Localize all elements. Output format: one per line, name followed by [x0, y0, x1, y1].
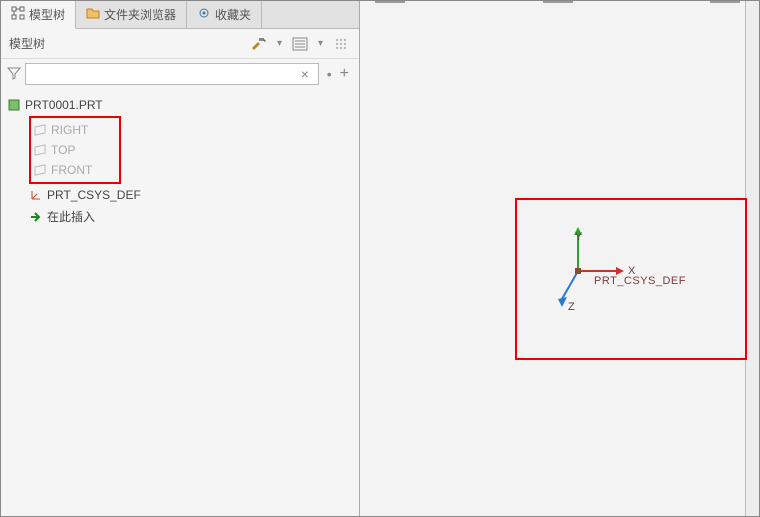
filter-options-icon[interactable]: •: [327, 66, 332, 82]
tree-plane-right[interactable]: RIGHT: [33, 120, 117, 140]
tree-node-label: RIGHT: [51, 123, 88, 137]
tab-folder-browser[interactable]: 文件夹浏览器: [76, 1, 187, 28]
star-icon: [197, 6, 211, 23]
left-panel: 模型树 文件夹浏览器 收藏夹 模型树 ▾: [1, 1, 360, 516]
tree-csys[interactable]: PRT_CSYS_DEF: [29, 185, 353, 205]
axis-z-label: Z: [568, 301, 575, 313]
plane-icon: [33, 123, 47, 137]
filter-row: × • +: [1, 59, 359, 89]
panel-tabs: 模型树 文件夹浏览器 收藏夹: [1, 1, 359, 29]
tab-label: 收藏夹: [215, 6, 251, 23]
add-filter-icon[interactable]: +: [336, 65, 353, 83]
axis-y-label: Y: [575, 231, 582, 243]
top-ruler: [375, 1, 740, 7]
subheader: 模型树 ▾ ▾: [1, 29, 359, 59]
tool-hammer-button[interactable]: [249, 35, 269, 53]
tree-node-label: FRONT: [51, 163, 92, 177]
tree-node-label: PRT0001.PRT: [25, 98, 103, 112]
tree-plane-top[interactable]: TOP: [33, 140, 117, 160]
dropdown-caret-icon[interactable]: ▾: [318, 38, 323, 49]
plane-icon: [33, 143, 47, 157]
csys-icon: [29, 188, 43, 202]
highlight-box-planes: RIGHT TOP FRONT: [29, 116, 121, 184]
coordinate-system: X Y Z PRT_CSYS_DEF: [578, 271, 678, 331]
dropdown-caret-icon[interactable]: ▾: [277, 38, 282, 49]
folder-icon: [86, 6, 100, 23]
tree-insert-here[interactable]: 在此插入: [29, 205, 353, 228]
subheader-title: 模型树: [9, 35, 45, 52]
csys-label: PRT_CSYS_DEF: [594, 275, 686, 287]
part-icon: [7, 98, 21, 112]
tool-grid-button[interactable]: [331, 35, 351, 53]
tree-icon: [11, 6, 25, 23]
viewport[interactable]: X Y Z PRT_CSYS_DEF: [360, 1, 759, 516]
insert-arrow-icon: [29, 210, 43, 224]
tab-model-tree[interactable]: 模型树: [1, 1, 76, 29]
tab-label: 文件夹浏览器: [104, 6, 176, 23]
tree-node-label: TOP: [51, 143, 75, 157]
tab-favorites[interactable]: 收藏夹: [187, 1, 262, 28]
tree-plane-front[interactable]: FRONT: [33, 160, 117, 180]
tool-list-button[interactable]: [290, 35, 310, 53]
tree-root-node[interactable]: PRT0001.PRT: [7, 95, 353, 115]
plane-icon: [33, 163, 47, 177]
model-tree: PRT0001.PRT RIGHT TOP: [1, 89, 359, 234]
tab-label: 模型树: [29, 6, 65, 23]
tree-node-label: 在此插入: [47, 208, 95, 225]
funnel-icon[interactable]: [7, 66, 21, 83]
tree-node-label: PRT_CSYS_DEF: [47, 188, 141, 202]
filter-input[interactable]: [25, 63, 319, 85]
viewport-right-gutter: [745, 1, 759, 516]
